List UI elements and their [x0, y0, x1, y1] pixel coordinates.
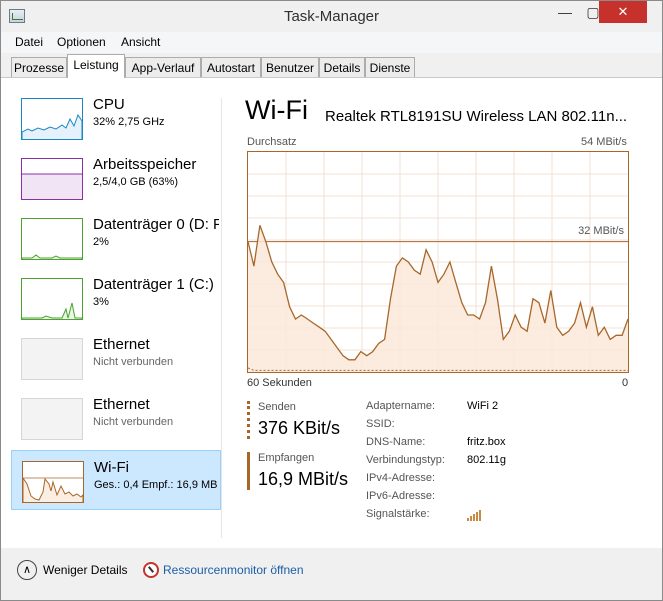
tab-strip: Prozesse Leistung App-Verlauf Autostart …	[1, 53, 662, 78]
detail-ipv6: IPv6-Adresse:	[366, 490, 636, 508]
tab-details[interactable]: Details	[319, 57, 365, 77]
open-resource-monitor-link[interactable]: Ressourcenmonitor öffnen	[163, 563, 304, 577]
minimize-button[interactable]: —	[551, 1, 579, 23]
detail-key: Verbindungstyp:	[366, 454, 445, 466]
detail-key: DNS-Name:	[366, 436, 426, 448]
sidebar-wifi-name: Wi-Fi	[94, 459, 129, 476]
tab-autostart[interactable]: Autostart	[201, 57, 261, 77]
ethernet2-thumbnail-graph	[21, 398, 83, 440]
disk0-thumbnail-graph	[21, 218, 83, 260]
sidebar-item-ethernet-2[interactable]: Ethernet Nicht verbunden	[11, 388, 221, 448]
sidebar-wifi-value: Ges.: 0,4 Empf.: 16,9 MB	[94, 479, 218, 491]
detail-signal-strength: Signalstärke:	[366, 508, 636, 526]
receive-label: Empfangen	[258, 452, 315, 464]
cpu-mini-chart	[21, 113, 83, 139]
detail-value: 802.11g	[467, 454, 506, 466]
detail-key: SSID:	[366, 418, 395, 430]
sidebar-disk1-value: 3%	[93, 296, 109, 308]
sidebar-cpu-value: 32% 2,75 GHz	[93, 116, 165, 128]
disk1-mini-chart	[21, 302, 83, 319]
sidebar-item-cpu[interactable]: CPU 32% 2,75 GHz	[11, 88, 221, 148]
sidebar-item-wifi[interactable]: Wi-Fi Ges.: 0,4 Empf.: 16,9 MB	[11, 450, 221, 510]
menu-optionen[interactable]: Optionen	[57, 35, 106, 49]
tab-prozesse[interactable]: Prozesse	[11, 57, 67, 77]
tab-leistung[interactable]: Leistung	[67, 54, 125, 78]
receive-value: 16,9 MBit/s	[258, 469, 349, 489]
cpu-thumbnail-graph	[21, 98, 83, 140]
footer-bar: ∧ Weniger Details Ressourcenmonitor öffn…	[1, 548, 662, 600]
sidebar-cpu-name: CPU	[93, 96, 125, 113]
detail-key: Adaptername:	[366, 400, 436, 412]
sidebar-ethernet1-status: Nicht verbunden	[93, 356, 174, 368]
sidebar-disk0-value: 2%	[93, 236, 109, 248]
disk0-mini-chart	[21, 254, 83, 259]
sidebar-item-ethernet-1[interactable]: Ethernet Nicht verbunden	[11, 328, 221, 388]
throughput-label: Durchsatz	[247, 136, 297, 148]
throughput-graph: 32 MBit/s	[247, 151, 629, 373]
panel-divider	[221, 98, 222, 538]
menu-ansicht[interactable]: Ansicht	[121, 35, 160, 49]
throughput-chart	[248, 152, 628, 372]
menu-bar: Datei Optionen Ansicht	[1, 32, 662, 53]
tab-dienste[interactable]: Dienste	[365, 57, 415, 77]
sidebar-disk1-name: Datenträger 1 (C:)	[93, 276, 214, 293]
performance-panel: CPU 32% 2,75 GHz Arbeitsspeicher 2,5/4,0…	[1, 78, 662, 548]
max-scale-label: 54 MBit/s	[581, 136, 627, 148]
detail-key: Signalstärke:	[366, 508, 430, 520]
task-manager-window: Task-Manager — ▢ ✕ Datei Optionen Ansich…	[0, 0, 663, 601]
wifi-mini-chart	[22, 476, 84, 502]
tab-app-verlauf[interactable]: App-Verlauf	[125, 57, 201, 77]
resource-sidebar: CPU 32% 2,75 GHz Arbeitsspeicher 2,5/4,0…	[11, 88, 221, 538]
resource-monitor-icon[interactable]	[143, 562, 159, 578]
detail-key: IPv4-Adresse:	[366, 472, 436, 484]
time-axis-end-label: 0	[622, 377, 629, 389]
tab-benutzer[interactable]: Benutzer	[261, 57, 319, 77]
sidebar-memory-name: Arbeitsspeicher	[93, 156, 197, 173]
chevron-up-icon[interactable]: ∧	[17, 560, 37, 580]
sidebar-item-memory[interactable]: Arbeitsspeicher 2,5/4,0 GB (63%)	[11, 148, 221, 208]
send-stat: Senden 376 KBit/s	[247, 401, 340, 439]
sidebar-memory-value: 2,5/4,0 GB (63%)	[93, 176, 178, 188]
adapter-title: Wi-Fi	[245, 95, 308, 125]
close-button[interactable]: ✕	[599, 1, 647, 23]
receive-stat: Empfangen 16,9 MBit/s	[247, 452, 348, 490]
detail-connection-type: Verbindungstyp: 802.11g	[366, 454, 636, 472]
menu-datei[interactable]: Datei	[15, 35, 43, 49]
sidebar-ethernet2-status: Nicht verbunden	[93, 416, 174, 428]
detail-value: fritz.box	[467, 436, 506, 448]
detail-value: WiFi 2	[467, 400, 499, 412]
send-value: 376 KBit/s	[258, 418, 341, 438]
detail-adaptername: Adaptername: WiFi 2	[366, 400, 636, 418]
memory-thumbnail-graph	[21, 158, 83, 200]
title-bar[interactable]: Task-Manager — ▢ ✕	[1, 1, 662, 31]
sidebar-ethernet2-name: Ethernet	[93, 396, 150, 413]
detail-ssid: SSID:	[366, 418, 636, 436]
detail-dns-name: DNS-Name: fritz.box	[366, 436, 636, 454]
signal-strength-icon	[467, 509, 485, 524]
detail-ipv4: IPv4-Adresse:	[366, 472, 636, 490]
sidebar-item-disk-1[interactable]: Datenträger 1 (C:) 3%	[11, 268, 221, 328]
memory-mini-chart	[22, 173, 82, 199]
send-label: Senden	[258, 401, 296, 413]
wifi-thumbnail-graph	[22, 461, 84, 503]
sidebar-ethernet1-name: Ethernet	[93, 336, 150, 353]
mid-scale-label: 32 MBit/s	[578, 225, 624, 237]
sidebar-disk0-name: Datenträger 0 (D: F	[93, 216, 219, 233]
ethernet1-thumbnail-graph	[21, 338, 83, 380]
disk1-thumbnail-graph	[21, 278, 83, 320]
adapter-description: Realtek RTL8191SU Wireless LAN 802.11n..…	[325, 108, 628, 125]
fewer-details-button[interactable]: Weniger Details	[43, 563, 127, 577]
detail-key: IPv6-Adresse:	[366, 490, 436, 502]
sidebar-item-disk-0[interactable]: Datenträger 0 (D: F 2%	[11, 208, 221, 268]
time-axis-start-label: 60 Sekunden	[247, 377, 312, 389]
